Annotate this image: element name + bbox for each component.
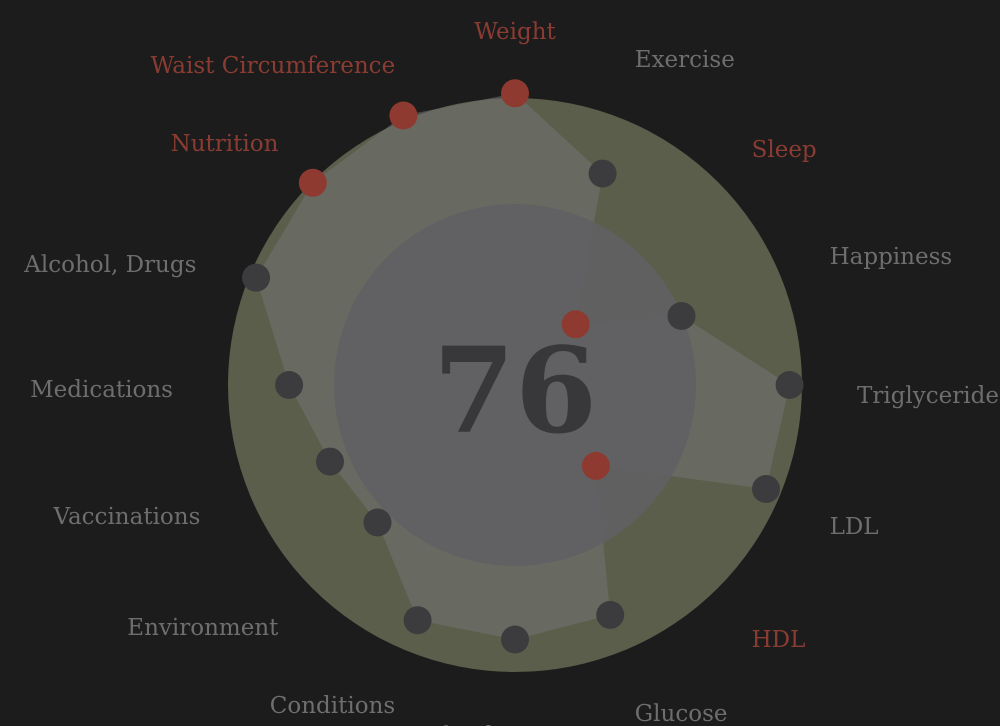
axis-label-weight: Weight — [474, 19, 556, 45]
axis-label-exercise: Exercise — [635, 47, 735, 73]
data-point-exercise[interactable] — [588, 159, 617, 188]
axis-label-triglycerides: Triglycerides — [857, 383, 1000, 409]
axis-label-ldl: LDL — [830, 514, 879, 540]
data-point-alcohol-drugs[interactable] — [242, 263, 271, 292]
axis-label-conditions: Conditions — [270, 693, 395, 719]
axis-label-nutrition: Nutrition — [171, 131, 279, 157]
overall-score: 76 — [433, 321, 597, 460]
data-point-glucose[interactable] — [596, 600, 625, 629]
axis-label-vaccinations: Vaccinations — [52, 504, 200, 530]
data-point-vaccinations[interactable] — [316, 447, 344, 476]
data-point-weight[interactable] — [501, 79, 529, 108]
data-point-environment[interactable] — [363, 508, 392, 537]
axis-label-happiness: Happiness — [830, 244, 953, 270]
axis-label-glucose: Glucose — [635, 701, 728, 726]
axis-label-hdl: HDL — [752, 627, 806, 653]
data-point-blood-pressure[interactable] — [501, 625, 529, 654]
data-point-conditions[interactable] — [403, 606, 432, 635]
axis-label-alcohol-drugs: Alcohol, Drugs — [23, 252, 196, 278]
health-radar-chart: Weight Exercise Sleep Happiness Triglyceride… — [23, 19, 1000, 726]
axis-label-environment: Environment — [127, 615, 279, 641]
data-point-medications[interactable] — [275, 371, 304, 399]
axis-label-medications: Medications — [30, 377, 173, 403]
data-point-nutrition[interactable] — [298, 168, 327, 197]
data-point-ldl[interactable] — [752, 475, 780, 503]
axis-label-waist-circumference: Waist Circumference — [151, 53, 396, 79]
axis-label-sleep: Sleep — [752, 137, 817, 163]
data-point-waist-circumference[interactable] — [389, 101, 418, 130]
data-point-happiness[interactable] — [667, 302, 696, 330]
data-point-triglycerides[interactable] — [775, 371, 804, 399]
